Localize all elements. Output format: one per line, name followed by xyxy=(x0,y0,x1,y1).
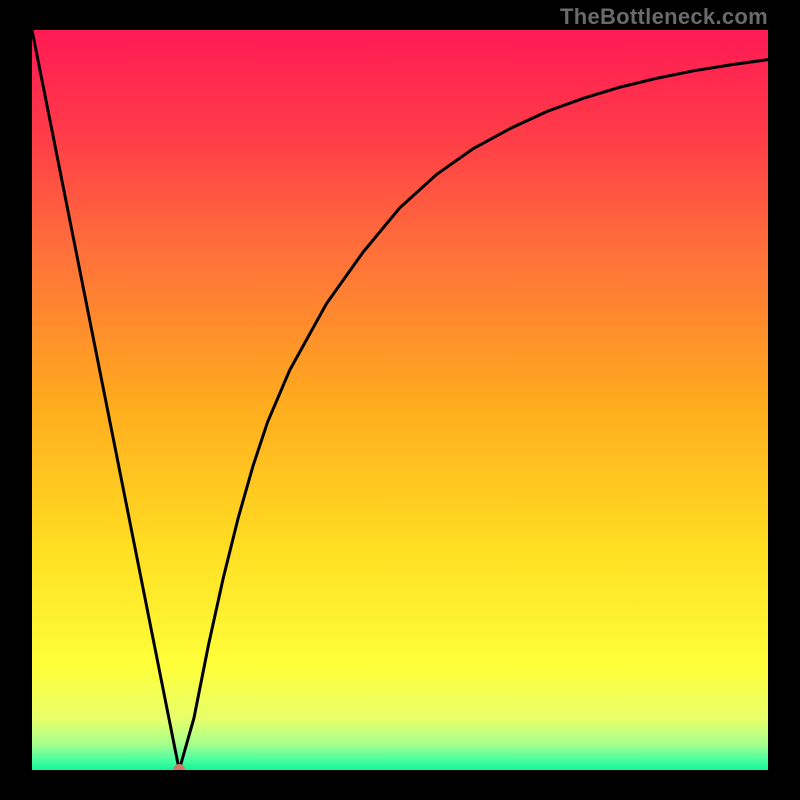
chart-frame: TheBottleneck.com xyxy=(0,0,800,800)
watermark-label: TheBottleneck.com xyxy=(560,4,768,30)
gradient-background xyxy=(32,30,768,770)
bottleneck-chart xyxy=(32,30,768,770)
